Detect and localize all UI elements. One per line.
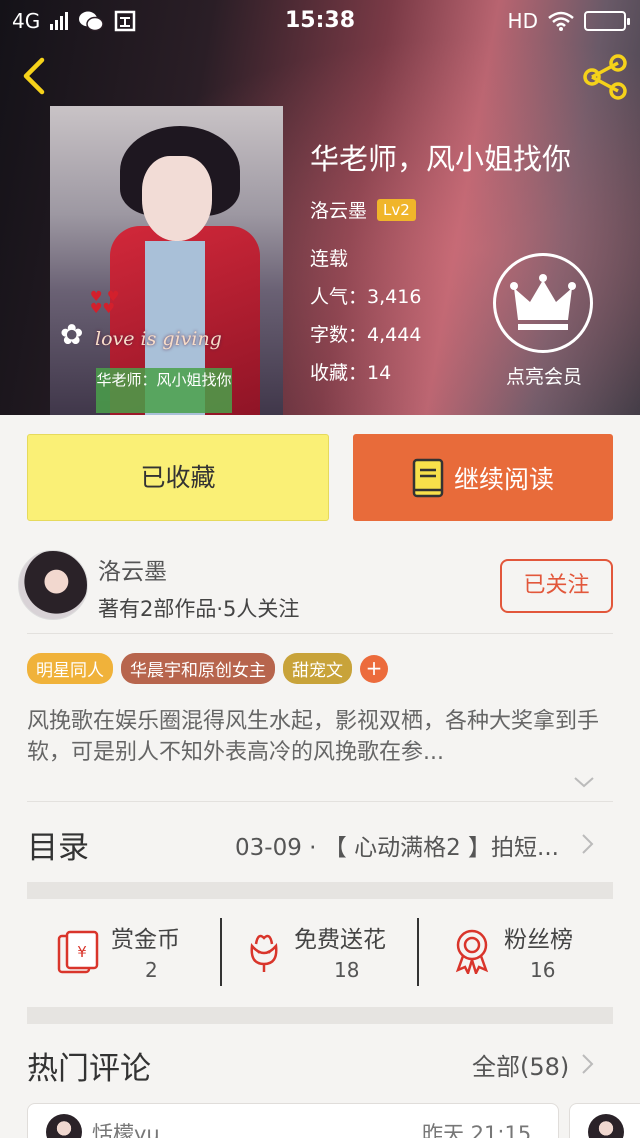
author-row: 洛云墨 Lv2 xyxy=(310,196,416,223)
level-badge: Lv2 xyxy=(377,198,416,221)
author-name[interactable]: 洛云墨 xyxy=(310,196,367,223)
synopsis[interactable]: 风挽歌在娱乐圈混得风生水起，影视双栖，各种大奖拿到手软，可是别人不知外表高冷的风… xyxy=(27,706,613,768)
popularity-value: 3,416 xyxy=(367,286,422,308)
book-title: 华老师，风小姐找你 xyxy=(310,142,572,176)
book-header: 4G 15:38 HD ♥ ♥ ♥♥ ✿ love is giving 华老师：… xyxy=(0,0,640,415)
chevron-right-icon[interactable] xyxy=(580,832,596,856)
popularity-stat: 人气：3,416 xyxy=(310,282,421,309)
wifi-icon xyxy=(548,11,574,31)
free-flower-label: 免费送花 xyxy=(294,927,386,953)
divider xyxy=(220,918,222,986)
section-separator xyxy=(27,882,613,899)
word-count-value: 4,444 xyxy=(367,324,422,346)
reward-coins[interactable]: ¥ 赏金币 2 xyxy=(55,918,205,990)
fan-ranking-label: 粉丝榜 xyxy=(504,927,573,953)
tag-item[interactable]: 华晨宇和原创女主 xyxy=(121,653,275,684)
book-cover[interactable]: ♥ ♥ ♥♥ ✿ love is giving 华老师：风小姐找你 xyxy=(50,106,283,415)
fan-ranking-value: 16 xyxy=(530,958,556,982)
catalog-title[interactable]: 目录 xyxy=(27,822,89,867)
medal-icon xyxy=(455,929,489,974)
divider xyxy=(27,633,613,634)
continue-reading-label: 继续阅读 xyxy=(453,464,554,494)
serial-status: 连载 xyxy=(310,248,349,270)
tag-item[interactable]: 明星同人 xyxy=(27,653,113,684)
continue-reading-button[interactable]: 继续阅读 xyxy=(353,434,613,521)
back-arrow-icon[interactable] xyxy=(16,56,56,96)
free-flower-value: 18 xyxy=(334,958,360,982)
cover-figure-face xyxy=(142,156,212,241)
tag-list: 明星同人 华晨宇和原创女主 甜宠文 + xyxy=(27,653,388,684)
vip-label[interactable]: 点亮会员 xyxy=(494,362,594,389)
divider xyxy=(417,918,419,986)
popularity-label: 人气： xyxy=(310,286,368,308)
favorites-label: 收藏： xyxy=(310,362,368,384)
author-card-stats: 著有2部作品·5人关注 xyxy=(98,597,300,621)
cupid-icon: ✿ xyxy=(60,318,84,351)
comment-time: 昨天 21:15 xyxy=(422,1122,532,1138)
author-card-name[interactable]: 洛云墨 xyxy=(98,552,167,586)
red-envelope-icon: ¥ xyxy=(57,930,99,974)
fan-ranking[interactable]: 粉丝榜 16 xyxy=(452,918,602,990)
tag-item[interactable]: 甜宠文 xyxy=(283,653,352,684)
author-avatar[interactable] xyxy=(18,550,88,620)
share-icon[interactable] xyxy=(580,54,630,100)
all-comments-link[interactable]: 全部(58) xyxy=(472,1047,569,1082)
reward-coins-label: 赏金币 xyxy=(111,927,180,953)
svg-text:¥: ¥ xyxy=(77,943,87,961)
book-icon xyxy=(412,458,444,497)
add-tag-button[interactable]: + xyxy=(360,654,388,683)
hearts-decoration: ♥ ♥ ♥♥ xyxy=(90,289,120,317)
reward-coins-value: 2 xyxy=(145,958,158,982)
chevron-right-icon[interactable] xyxy=(580,1052,596,1076)
battery-icon xyxy=(584,11,630,31)
crown-icon xyxy=(510,274,576,330)
vip-button[interactable] xyxy=(493,253,593,353)
comment-card[interactable] xyxy=(569,1103,640,1138)
flower-icon xyxy=(250,934,278,972)
favorites-value: 14 xyxy=(367,362,392,384)
hot-comments-title: 热门评论 xyxy=(27,1051,151,1087)
follow-button[interactable]: 已关注 xyxy=(500,559,613,613)
status-bar: 4G 15:38 HD xyxy=(0,0,640,42)
commenter-avatar[interactable] xyxy=(46,1114,82,1138)
commenter-avatar[interactable] xyxy=(588,1114,624,1138)
latest-chapter[interactable]: 03-09 · 【 心动满格2 】拍短... xyxy=(235,828,559,862)
section-separator xyxy=(27,1007,613,1024)
favorited-button[interactable]: 已收藏 xyxy=(27,434,329,521)
hd-label: HD xyxy=(507,9,538,33)
commenter-name[interactable]: 恬檬yu xyxy=(92,1118,160,1138)
cover-script-text: love is giving xyxy=(95,328,222,350)
word-count-stat: 字数：4,444 xyxy=(310,320,421,347)
comment-card[interactable]: 恬檬yu 昨天 21:15 xyxy=(27,1103,559,1138)
favorites-stat: 收藏：14 xyxy=(310,358,391,385)
free-flower[interactable]: 免费送花 18 xyxy=(244,918,414,990)
cover-caption: 华老师：风小姐找你 xyxy=(96,368,232,413)
word-count-label: 字数： xyxy=(310,324,368,346)
chevron-down-icon[interactable] xyxy=(572,774,596,790)
divider xyxy=(27,801,613,802)
